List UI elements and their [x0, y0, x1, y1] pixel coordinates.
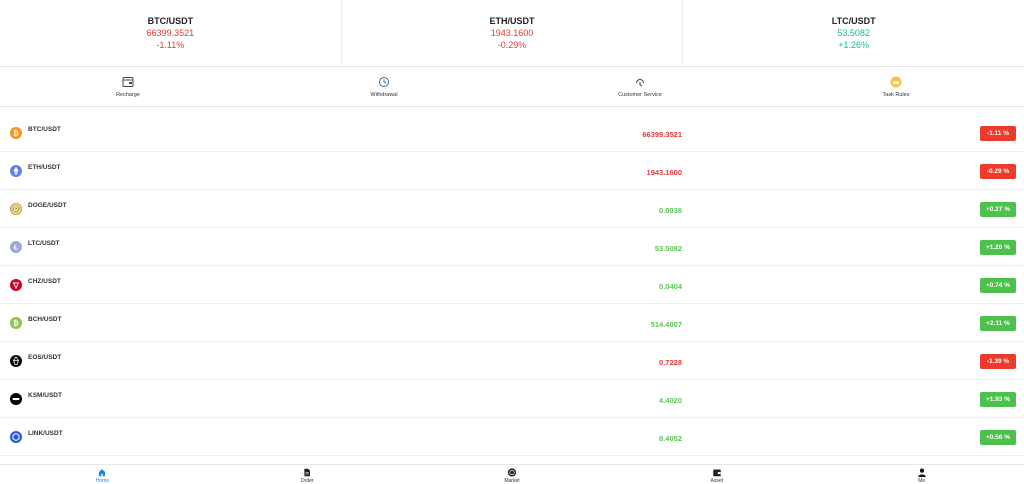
ticker-price: 1943.1600 — [490, 28, 534, 38]
nav-label: Asset — [710, 478, 724, 484]
change-badge: +0.74 % — [980, 278, 1016, 293]
withdrawal-button[interactable]: Withdrawal — [256, 67, 512, 105]
user-icon — [917, 468, 926, 477]
nav-home[interactable]: Home — [0, 465, 205, 484]
withdrawal-label: Withdrawal — [370, 91, 398, 98]
wallet-icon — [121, 75, 135, 89]
market-price: 66399.3521 — [642, 130, 682, 139]
change-badge: +0.27 % — [980, 202, 1016, 217]
change-badge: +1.93 % — [980, 392, 1016, 407]
market-price: 0.0936 — [659, 206, 682, 215]
svg-text:₿: ₿ — [13, 319, 19, 327]
market-pair: ETH/USDT — [28, 164, 61, 171]
market-pair: LINK/USDT — [28, 430, 63, 437]
market-price: 514.4007 — [650, 320, 682, 329]
eos-icon — [10, 355, 22, 367]
ticker-eth[interactable]: ETH/USDT 1943.1600 -0.29% — [342, 0, 684, 64]
market-icon — [507, 468, 517, 477]
market-pair: DOGE/USDT — [28, 202, 67, 209]
nav-label: Order — [300, 478, 314, 484]
market-pair: LTC/USDT — [28, 240, 60, 247]
ticker-change: -0.29% — [497, 40, 527, 50]
market-row[interactable]: ₿ BTC/USDT 66399.3521 -1.11 % — [0, 114, 1024, 152]
svg-text:₿: ₿ — [13, 129, 19, 137]
withdraw-clock-icon — [377, 75, 391, 89]
market-price: 8.4052 — [659, 434, 682, 443]
ticker-pair: LTC/USDT — [831, 16, 876, 26]
chz-icon — [10, 279, 22, 291]
nav-label: Home — [95, 478, 110, 484]
change-badge: -1.11 % — [980, 126, 1016, 141]
nav-label: Me — [918, 478, 926, 484]
market-row[interactable]: Ł LTC/USDT 53.5082 +1.26 % — [0, 228, 1024, 266]
task-rules-button[interactable]: Task Rules — [768, 67, 1024, 105]
market-row[interactable]: KSM/USDT 4.4020 +1.93 % — [0, 380, 1024, 418]
change-badge: +1.26 % — [980, 240, 1016, 255]
customer-service-button[interactable]: Customer Service — [512, 67, 768, 105]
market-row[interactable]: CHZ/USDT 0.0404 +0.74 % — [0, 266, 1024, 304]
ticker-btc[interactable]: BTC/USDT 66399.3521 -1.11% — [0, 0, 342, 64]
market-list: ₿ BTC/USDT 66399.3521 -1.11 % ETH/USDT 1… — [0, 114, 1024, 456]
crown-icon — [889, 75, 903, 89]
market-price: 0.0404 — [659, 282, 682, 291]
market-row[interactable]: EOS/USDT 0.7228 -1.39 % — [0, 342, 1024, 380]
task-rules-label: Task Rules — [882, 91, 910, 98]
nav-label: Market — [504, 478, 520, 484]
doge-icon: D — [10, 203, 22, 215]
ticker-change: +1.26% — [838, 40, 870, 50]
market-row[interactable]: ETH/USDT 1943.1600 -0.29 % — [0, 152, 1024, 190]
ticker-ltc[interactable]: LTC/USDT 53.5082 +1.26% — [683, 0, 1024, 64]
market-row[interactable]: ₿ BCH/USDT 514.4007 +2.11 % — [0, 304, 1024, 342]
ticker-price: 53.5082 — [837, 28, 870, 38]
change-badge: +2.11 % — [980, 316, 1016, 331]
market-price: 4.4020 — [659, 396, 682, 405]
market-price: 1943.1600 — [646, 168, 682, 177]
market-pair: EOS/USDT — [28, 354, 62, 361]
ltc-icon: Ł — [10, 241, 22, 253]
home-icon — [98, 469, 107, 477]
nav-me[interactable]: Me — [819, 465, 1024, 484]
bch-icon: ₿ — [10, 317, 22, 329]
svg-text:Ł: Ł — [14, 244, 19, 251]
link-icon — [10, 431, 22, 443]
quick-actions: Recharge Withdrawal Customer Service Tas… — [0, 67, 1024, 105]
change-badge: -0.29 % — [980, 164, 1016, 179]
nav-asset[interactable]: Asset — [614, 465, 819, 484]
bottom-nav: Home Order Market Asset Me — [0, 464, 1024, 484]
eth-icon — [10, 165, 22, 177]
ticker-bar: BTC/USDT 66399.3521 -1.11% ETH/USDT 1943… — [0, 0, 1024, 64]
divider — [0, 106, 1024, 107]
customer-service-label: Customer Service — [618, 91, 662, 98]
market-price: 53.5082 — [654, 244, 682, 253]
btc-icon: ₿ — [10, 127, 22, 139]
order-icon — [304, 468, 311, 477]
change-badge: +0.56 % — [980, 430, 1016, 445]
recharge-button[interactable]: Recharge — [0, 67, 256, 105]
svg-text:D: D — [14, 207, 19, 213]
market-pair: CHZ/USDT — [28, 278, 61, 285]
headset-icon — [633, 75, 647, 89]
market-price: 0.7228 — [659, 358, 682, 367]
nav-order[interactable]: Order — [205, 465, 410, 484]
ticker-change: -1.11% — [156, 40, 185, 50]
market-row[interactable]: LINK/USDT 8.4052 +0.56 % — [0, 418, 1024, 456]
asset-wallet-icon — [713, 469, 721, 477]
nav-market[interactable]: Market — [410, 465, 615, 484]
change-badge: -1.39 % — [980, 354, 1016, 369]
ticker-pair: BTC/USDT — [147, 16, 194, 26]
recharge-label: Recharge — [116, 91, 140, 98]
ticker-pair: ETH/USDT — [489, 16, 535, 26]
market-pair: BTC/USDT — [28, 126, 61, 133]
market-row[interactable]: D DOGE/USDT 0.0936 +0.27 % — [0, 190, 1024, 228]
market-pair: BCH/USDT — [28, 316, 62, 323]
ticker-price: 66399.3521 — [146, 28, 195, 38]
market-pair: KSM/USDT — [28, 392, 62, 399]
ksm-icon — [10, 393, 22, 405]
